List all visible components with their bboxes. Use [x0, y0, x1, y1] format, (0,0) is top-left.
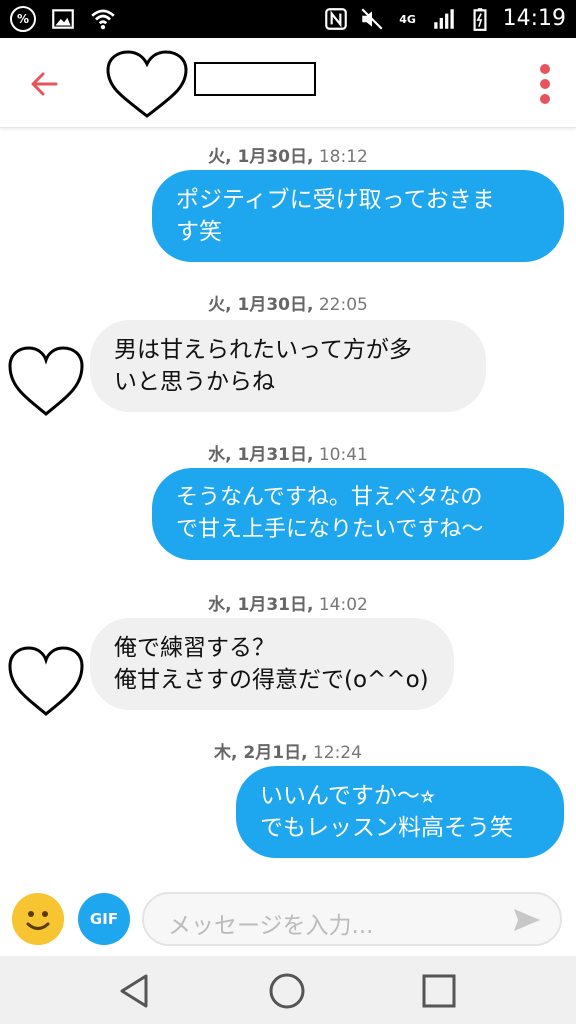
outgoing-message-bubble[interactable]: いいんですか〜⭐︎ でもレッスン料高そう笑	[236, 766, 564, 858]
incoming-message-bubble[interactable]: 俺で練習する？ 俺甘えさすの得意だで(o^^o)	[90, 618, 454, 710]
message-composer: GIF メッセージを入力...	[0, 880, 576, 956]
percent-icon: %	[10, 6, 36, 32]
message-timestamp: 火, 1月30日, 22:05	[208, 295, 368, 315]
message-timestamp: 木, 2月1日, 12:24	[214, 743, 362, 763]
status-bar: % 4G 14:19	[0, 0, 576, 38]
message-timestamp: 火, 1月30日, 18:12	[208, 147, 368, 167]
nfc-icon	[324, 8, 347, 30]
send-icon[interactable]	[512, 907, 542, 933]
status-time: 14:19	[502, 6, 566, 31]
message-input-placeholder: メッセージを入力...	[168, 913, 374, 939]
circle-home-icon[interactable]	[268, 972, 306, 1010]
message-input[interactable]: メッセージを入力...	[142, 892, 562, 946]
wifi-icon	[91, 9, 115, 30]
heart-outline-icon[interactable]	[6, 340, 86, 420]
gif-button[interactable]: GIF	[78, 893, 130, 945]
outgoing-message-bubble[interactable]: そうなんですね。甘えベタなの で甘え上手になりたいですね〜	[152, 468, 564, 560]
battery-icon	[473, 8, 487, 31]
more-vertical-icon[interactable]	[536, 64, 554, 104]
arrow-left-icon[interactable]	[26, 66, 62, 102]
incoming-message-bubble[interactable]: 男は甘えられたいって方が多 いと思うからね	[90, 320, 486, 412]
system-navigation-bar	[0, 956, 576, 1024]
outgoing-message-bubble[interactable]: ポジティブに受け取っておきま す笑	[152, 170, 564, 262]
message-list: 火, 1月30日, 18:12 ポジティブに受け取っておきま す笑 火, 1月3…	[0, 128, 576, 880]
message-timestamp: 水, 1月31日, 10:41	[208, 445, 368, 465]
heart-outline-icon[interactable]	[104, 50, 190, 120]
chat-header	[0, 38, 576, 128]
square-recents-icon[interactable]	[420, 972, 458, 1010]
image-icon	[52, 9, 74, 29]
heart-outline-icon[interactable]	[6, 640, 86, 720]
contact-name-redacted	[194, 62, 316, 96]
triangle-back-icon[interactable]	[116, 972, 154, 1010]
smiley-icon[interactable]	[12, 893, 64, 945]
lte-4g-icon: 4G	[399, 12, 416, 26]
signal-icon	[433, 9, 454, 29]
message-timestamp: 水, 1月31日, 14:02	[208, 595, 368, 615]
mute-icon	[361, 8, 383, 30]
